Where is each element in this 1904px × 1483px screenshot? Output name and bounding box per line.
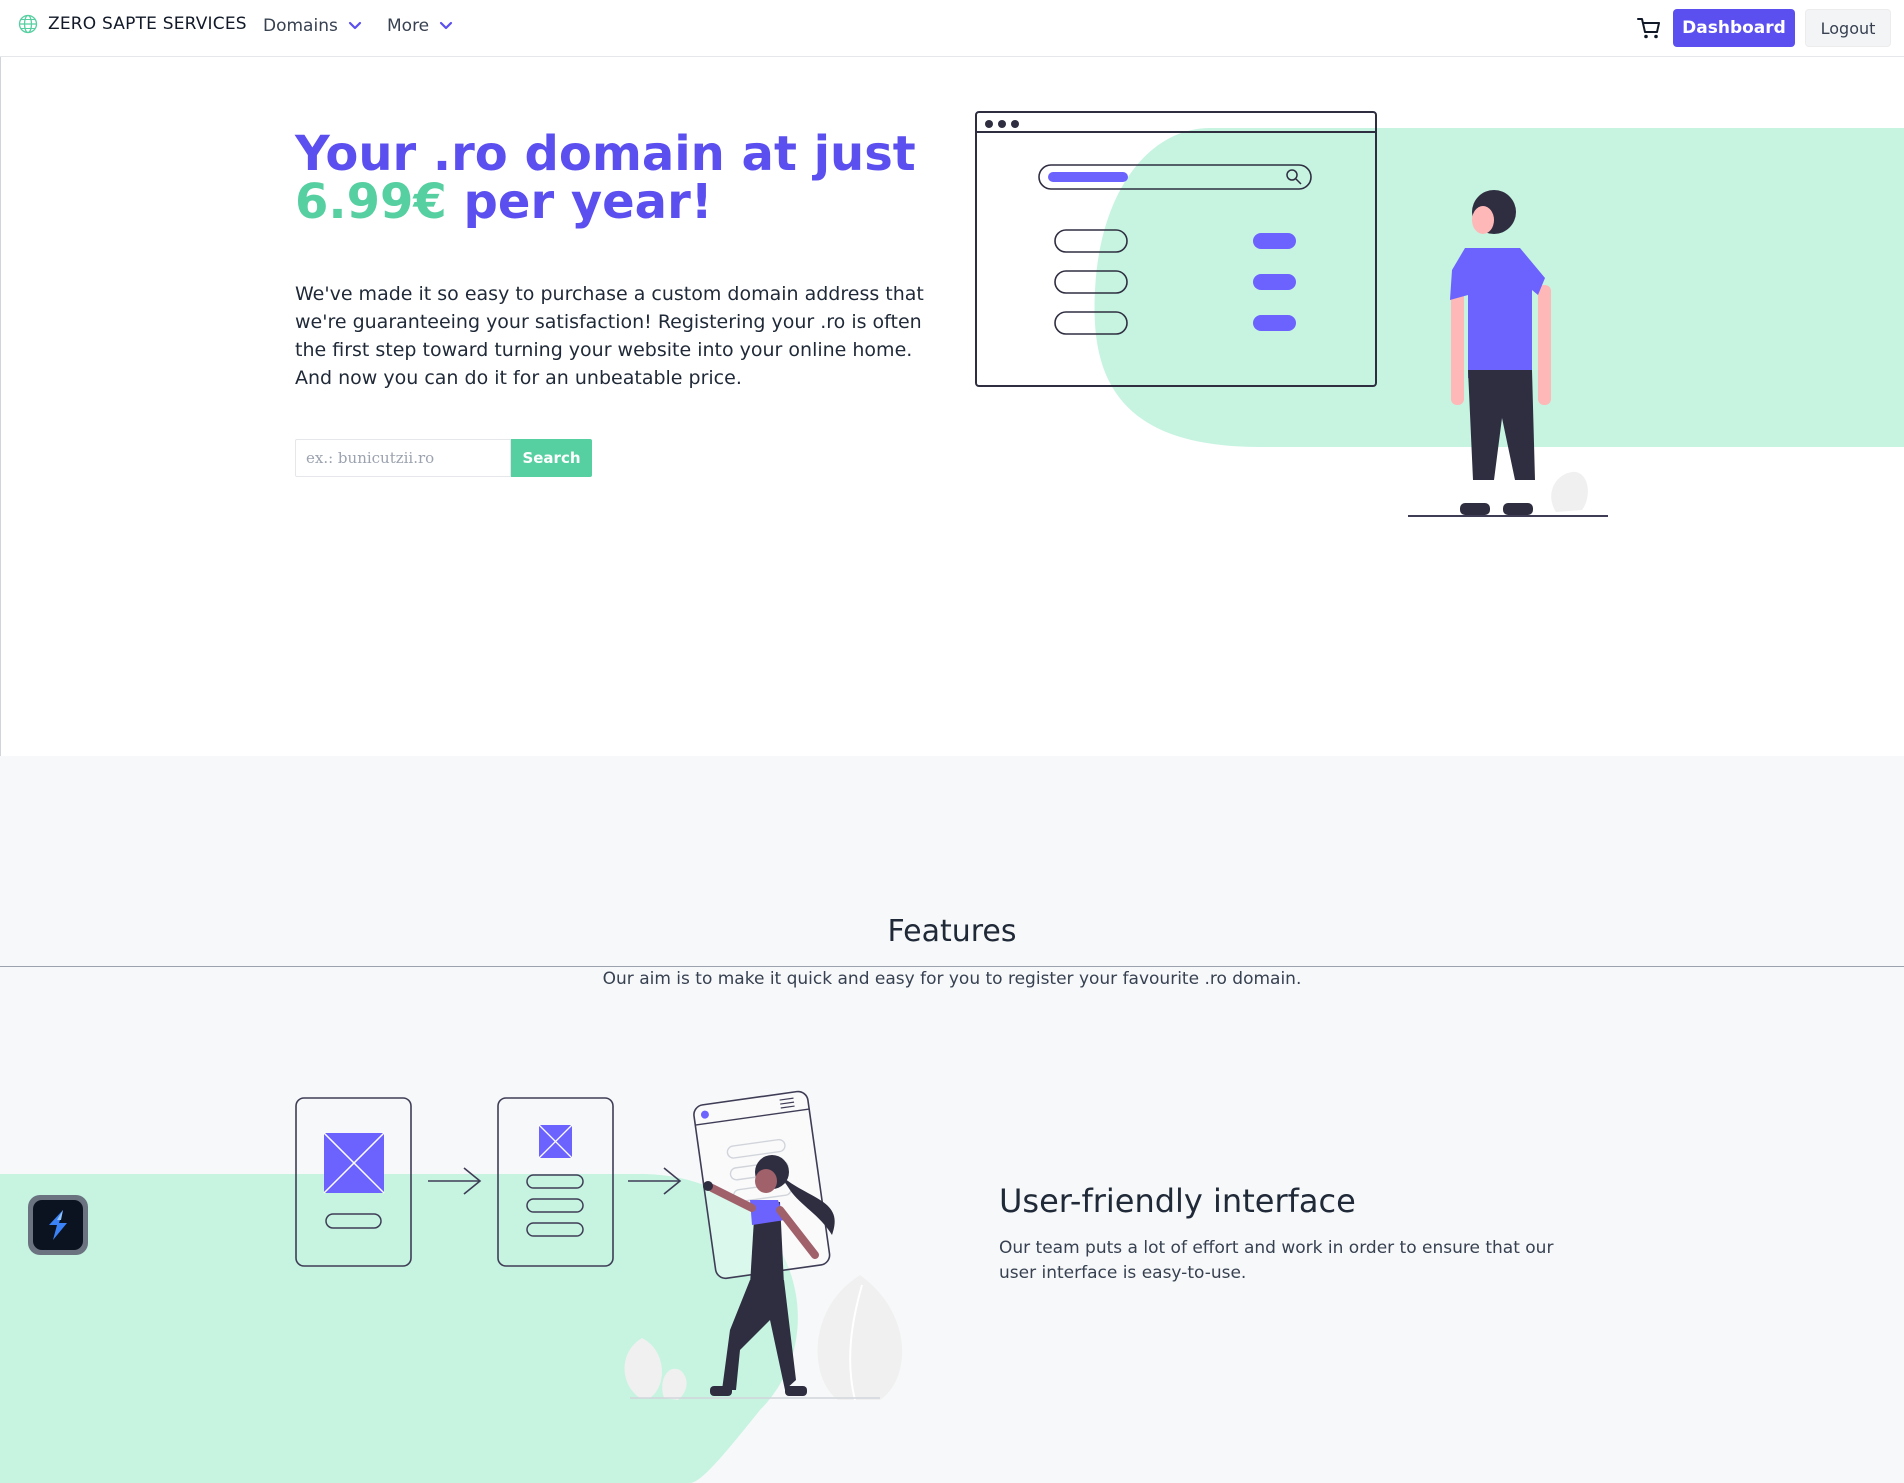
hero-price: 6.99€ xyxy=(295,174,447,230)
nav-more-label: More xyxy=(387,16,430,36)
hero-description: We've made it so easy to purchase a cust… xyxy=(295,283,924,389)
chevron-down-icon xyxy=(348,21,361,30)
domain-search-input[interactable]: ex.: bunicutzii.ro xyxy=(295,439,511,477)
globe-icon xyxy=(18,14,38,34)
mint-blob xyxy=(0,1174,798,1483)
brand-name: ZERO SAPTE SERVICES xyxy=(48,14,247,34)
top-navbar: ZERO SAPTE SERVICES Domains More Dashboa… xyxy=(0,0,1904,57)
cart-icon[interactable] xyxy=(1636,15,1662,41)
app-launcher-icon xyxy=(49,1210,67,1240)
hero-title-rest: per year! xyxy=(446,174,713,230)
search-button[interactable]: Search xyxy=(511,439,592,477)
feature-title-user-friendly: User-friendly interface xyxy=(999,1182,1356,1220)
feature-description-user-friendly: Our team puts a lot of effort and work i… xyxy=(999,1238,1554,1283)
nav-more[interactable]: More xyxy=(387,16,453,36)
logout-button[interactable]: Logout xyxy=(1805,9,1891,47)
features-title: Features xyxy=(887,914,1017,949)
chevron-down-icon xyxy=(440,21,453,30)
hero-title: Your .ro domain at just 6.99€ per year! xyxy=(295,130,995,226)
nav-domains-label: Domains xyxy=(263,16,338,36)
app-launcher-inner xyxy=(33,1200,83,1250)
features-subtitle: Our aim is to make it quick and easy for… xyxy=(602,969,1302,989)
nav-domains[interactable]: Domains xyxy=(263,16,362,36)
domain-search-form: ex.: bunicutzii.ro Search xyxy=(295,439,592,477)
hero-illustration xyxy=(975,111,1904,517)
section-divider xyxy=(0,966,1904,967)
brand[interactable]: ZERO SAPTE SERVICES xyxy=(18,14,247,34)
dashboard-button[interactable]: Dashboard xyxy=(1673,9,1795,47)
features-illustration xyxy=(0,1090,903,1483)
floating-app-launcher[interactable] xyxy=(28,1195,88,1255)
